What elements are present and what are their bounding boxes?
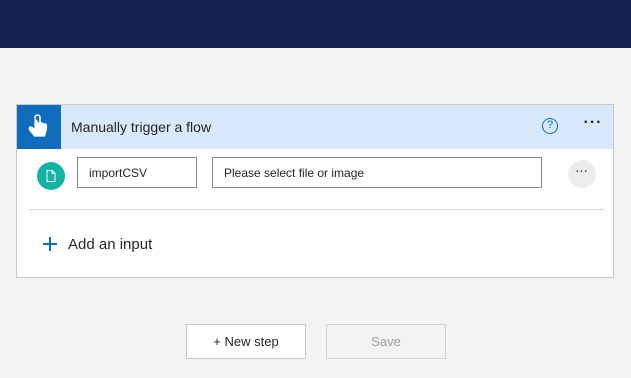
- save-button[interactable]: Save: [326, 324, 446, 359]
- plus-icon: [43, 237, 57, 251]
- trigger-input-row: ···: [17, 149, 613, 209]
- top-app-bar: [0, 0, 631, 48]
- input-description-field[interactable]: [212, 157, 542, 188]
- more-options-icon[interactable]: ···: [580, 115, 606, 136]
- card-divider: [29, 209, 604, 210]
- hand-touch-icon: [17, 105, 61, 149]
- trigger-card: Manually trigger a flow ? ··· ··· Add an…: [16, 104, 614, 278]
- add-an-input-button[interactable]: Add an input: [43, 233, 152, 255]
- file-icon: [37, 162, 65, 190]
- input-name-field[interactable]: [77, 157, 197, 188]
- new-step-button[interactable]: + New step: [186, 324, 306, 359]
- add-an-input-label: Add an input: [68, 235, 153, 253]
- trigger-card-title: Manually trigger a flow: [71, 119, 212, 135]
- question-circle-icon[interactable]: ?: [542, 118, 558, 134]
- input-more-options-button[interactable]: ···: [568, 160, 596, 188]
- trigger-card-header[interactable]: Manually trigger a flow ? ···: [17, 105, 613, 149]
